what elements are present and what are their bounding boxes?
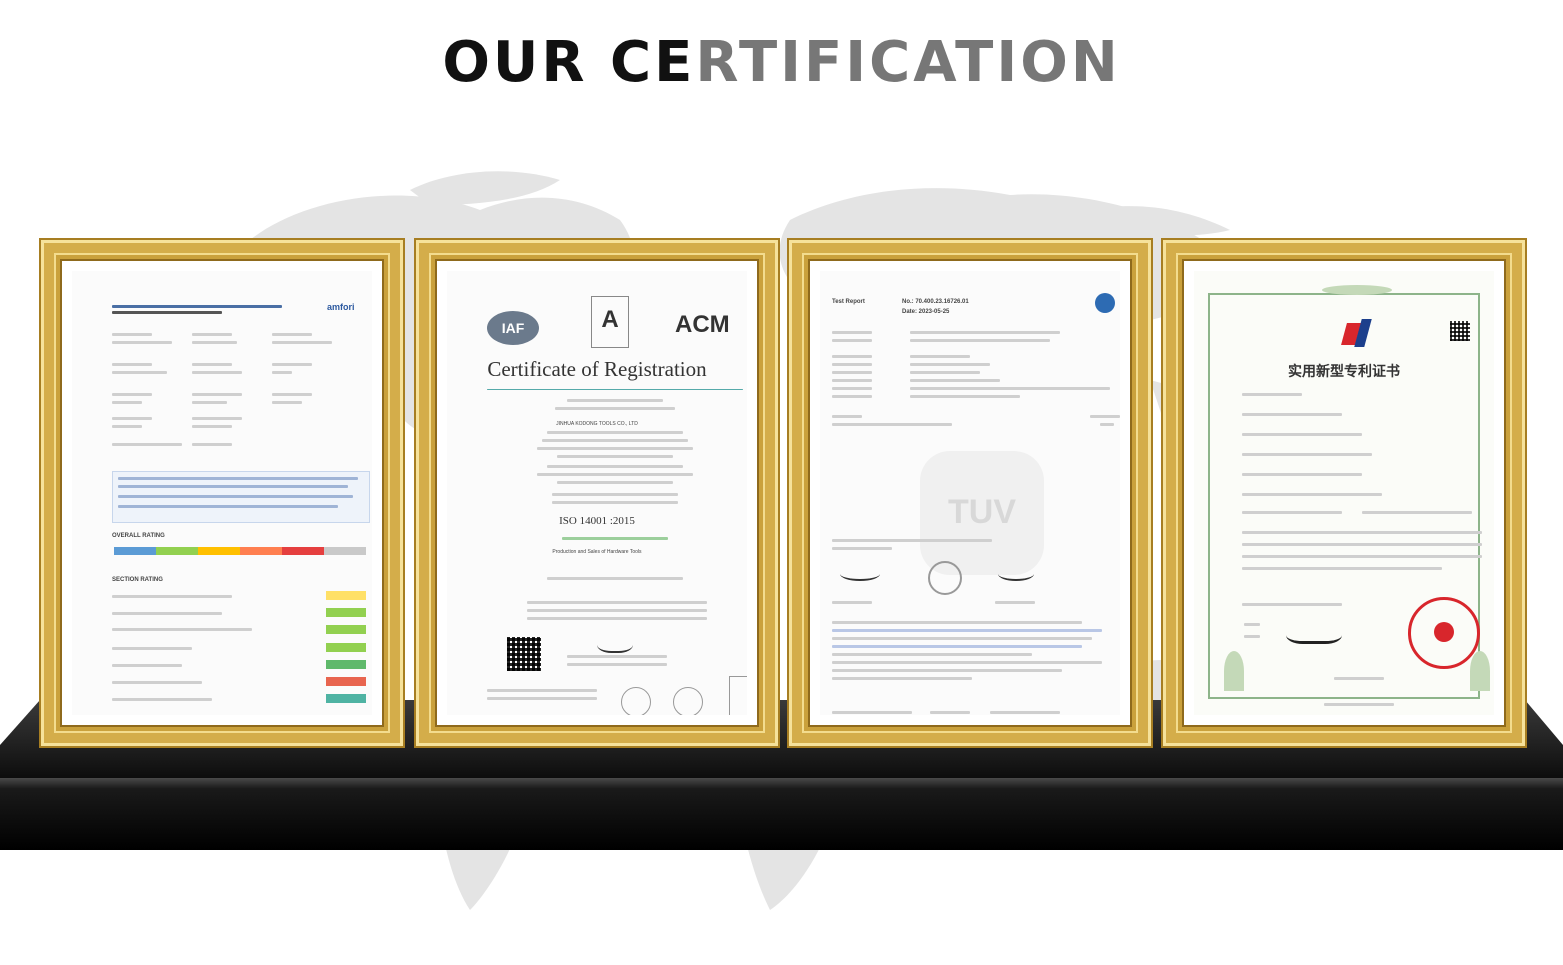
signature: [597, 633, 633, 653]
seal-2: [673, 687, 703, 715]
acm-logo: ACM: [675, 311, 730, 338]
certificate-frame-iso14001: IAF A ACM Certificate of Registration JI…: [416, 240, 778, 746]
seal-1: [621, 687, 651, 715]
overall-rating-label: OVERALL RATING: [112, 533, 165, 539]
certificate-patent: 实用新型专利证书: [1194, 271, 1494, 715]
overall-rating-bar: [114, 547, 366, 555]
signature-1: [840, 567, 880, 581]
company-name: JINHUA KODONG TOOLS CO., LTD: [556, 421, 638, 427]
ornament-top: [1322, 285, 1392, 295]
certificate-frame-patent: 实用新型专利证书: [1163, 240, 1525, 746]
certificate-iso14001: IAF A ACM Certificate of Registration JI…: [447, 271, 747, 715]
ornament-bottom-right: [1470, 651, 1490, 691]
cnipa-logo: [1341, 319, 1374, 349]
section-rating-label: SECTION RATING: [112, 577, 163, 583]
tuv-stamp: [928, 561, 962, 595]
iaf-logo: IAF: [487, 311, 539, 345]
tuv-logo: [1095, 293, 1115, 313]
patent-qr-code: [1450, 321, 1470, 341]
certificate-tuv-report: Test Report No.: 70.400.23.16726.01 Date…: [820, 271, 1120, 715]
official-red-seal: [1408, 597, 1480, 669]
accreditation-logo: A: [591, 296, 629, 348]
report-date: Date: 2023-05-25: [902, 309, 950, 315]
patent-signature: [1286, 615, 1342, 644]
tuv-watermark-text: TUV: [948, 493, 1016, 531]
certificate-amfori: amfori OVERALL RATING SECTION RATING: [72, 271, 372, 715]
ornament-bottom-left: [1224, 651, 1244, 691]
report-label: Test Report: [832, 299, 865, 305]
certificate-frame-tuv: Test Report No.: 70.400.23.16726.01 Date…: [789, 240, 1151, 746]
patent-title: 实用新型专利证书: [1288, 364, 1400, 380]
certificate-title: Certificate of Registration: [487, 357, 707, 381]
certificate-scope: Production and Sales of Hardware Tools: [552, 549, 642, 555]
iso-standard: ISO 14001 :2015: [559, 515, 635, 527]
amfori-logo: amfori: [327, 302, 355, 312]
qr-code: [507, 637, 541, 671]
certificate-frame-amfori: amfori OVERALL RATING SECTION RATING: [41, 240, 403, 746]
report-number: No.: 70.400.23.16726.01: [902, 299, 969, 305]
signature-2: [998, 567, 1034, 581]
ukas-mark: [729, 676, 747, 715]
